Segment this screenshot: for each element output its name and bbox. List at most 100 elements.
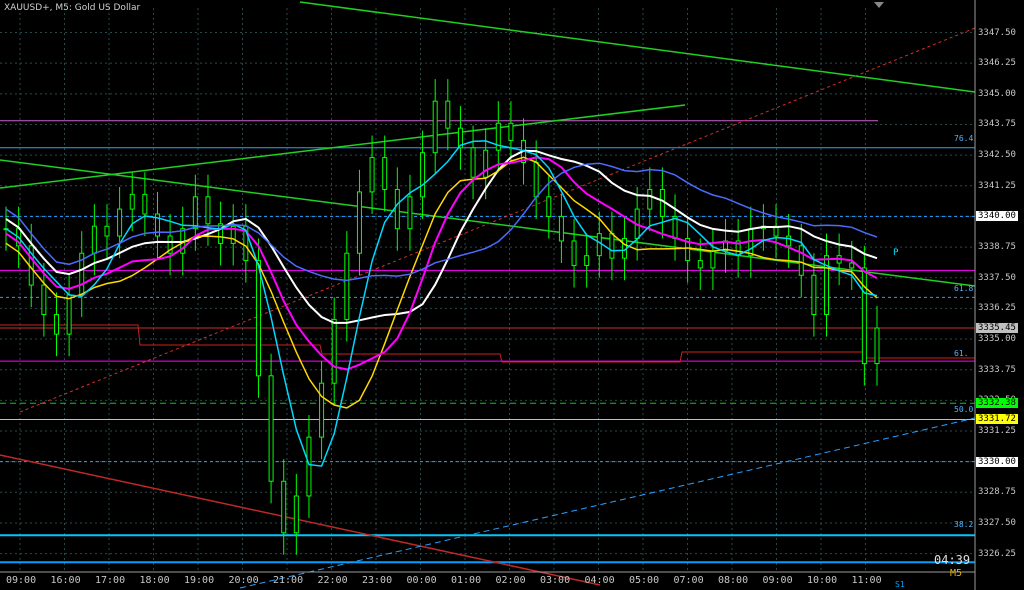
candle-body bbox=[786, 235, 792, 247]
price-axis-label: 3342.50 bbox=[978, 150, 1016, 161]
candle-body bbox=[117, 208, 123, 237]
cyan-moving-average-line bbox=[5, 140, 878, 467]
candle-body bbox=[344, 252, 350, 320]
candle-body bbox=[394, 188, 400, 230]
channel-trend-line bbox=[0, 104, 686, 189]
price-axis-label: 3328.75 bbox=[978, 487, 1016, 498]
chart-window[interactable]: XAUUSD+, M5: Gold US Dollar P S1 04:39 M… bbox=[0, 0, 1024, 590]
magenta-moving-average-line bbox=[5, 156, 878, 371]
upper-trend-line bbox=[299, 1, 976, 93]
candle-body bbox=[659, 188, 665, 217]
candle-body bbox=[584, 255, 590, 266]
time-axis-label: 17:00 bbox=[95, 575, 126, 586]
candle-body bbox=[142, 193, 148, 215]
candle-body bbox=[281, 480, 287, 534]
candle-body bbox=[470, 147, 476, 178]
price-axis-label: 3347.50 bbox=[978, 27, 1016, 38]
time-axis-label: 04:00 bbox=[584, 575, 615, 586]
candle-body bbox=[558, 215, 564, 242]
candle-body bbox=[798, 245, 804, 276]
candle-body bbox=[205, 196, 211, 225]
candle-body bbox=[432, 100, 438, 154]
time-axis-label: 19:00 bbox=[184, 575, 215, 586]
timeframe-label: M5 bbox=[950, 568, 963, 579]
candle-body bbox=[41, 284, 47, 316]
s1-label: S1 bbox=[895, 580, 905, 589]
candle-body bbox=[331, 318, 337, 384]
candle-body bbox=[483, 149, 489, 178]
candle-body bbox=[407, 196, 413, 230]
time-axis-label: 10:00 bbox=[807, 575, 838, 586]
candle-body bbox=[874, 327, 880, 365]
price-axis-label: 3326.25 bbox=[978, 548, 1016, 559]
time-axis-label: 01:00 bbox=[451, 575, 482, 586]
chart-shift-marker-icon[interactable] bbox=[874, 2, 884, 8]
price-axis-label: 3346.25 bbox=[978, 58, 1016, 69]
time-axis-label: 20:00 bbox=[228, 575, 259, 586]
pivot-step-line bbox=[0, 324, 975, 363]
time-axis-label: 00:00 bbox=[406, 575, 437, 586]
price-tag: 3340.00 bbox=[976, 211, 1018, 222]
time-axis-label: 03:00 bbox=[540, 575, 571, 586]
time-axis-label: 05:00 bbox=[629, 575, 660, 586]
candle-body bbox=[369, 157, 375, 193]
chart-title: XAUUSD+, M5: Gold US Dollar bbox=[4, 3, 141, 13]
time-axis-label: 21:00 bbox=[273, 575, 304, 586]
price-tag: 3335.45 bbox=[976, 323, 1018, 333]
price-axis-label: 3331.25 bbox=[978, 426, 1016, 436]
candle-body bbox=[420, 152, 426, 198]
yellow-moving-average-line bbox=[5, 156, 878, 409]
candle-body bbox=[811, 274, 817, 316]
candle-body bbox=[546, 196, 552, 217]
price-axis-label: 3327.50 bbox=[978, 517, 1016, 528]
candle-body bbox=[91, 225, 97, 254]
time-axis-label: 11:00 bbox=[851, 575, 882, 586]
candle-body bbox=[53, 314, 59, 335]
fib-level-label: 61. bbox=[954, 348, 969, 358]
moving-averages bbox=[5, 140, 878, 467]
candle-body bbox=[697, 260, 703, 269]
candle-body bbox=[129, 193, 135, 210]
candle-body bbox=[647, 188, 653, 210]
candle-body bbox=[104, 225, 110, 237]
candle-body bbox=[508, 122, 514, 141]
candle-body bbox=[445, 100, 451, 129]
price-tag: 3332.38 bbox=[976, 398, 1018, 409]
candle-body bbox=[609, 233, 615, 259]
bar-countdown-timer: 04:39 bbox=[934, 553, 971, 567]
candle-body bbox=[533, 161, 539, 198]
candle-body bbox=[319, 382, 325, 438]
candle-body bbox=[849, 262, 855, 269]
time-axis-label: 09:00 bbox=[6, 575, 37, 586]
price-axis-label: 3336.25 bbox=[978, 303, 1016, 314]
candle-body bbox=[596, 233, 602, 257]
price-chart[interactable] bbox=[0, 0, 1024, 590]
fib-level-label: 61.8 bbox=[954, 283, 974, 293]
price-axis-label: 3343.75 bbox=[978, 119, 1016, 130]
time-axis-label: 07:00 bbox=[673, 575, 704, 586]
candle-body bbox=[710, 250, 716, 269]
price-axis-label: 3333.75 bbox=[978, 364, 1016, 375]
candle-body bbox=[192, 196, 198, 230]
time-axis-label: 02:00 bbox=[495, 575, 526, 586]
price-axis-label: 3341.25 bbox=[978, 180, 1016, 191]
fib-level-label: 50.0 bbox=[954, 405, 974, 415]
candle-body bbox=[306, 436, 312, 497]
price-axis-label: 3337.50 bbox=[978, 272, 1016, 283]
candle-body bbox=[571, 240, 577, 266]
time-axis-label: 23:00 bbox=[362, 575, 393, 586]
fib-level-label: 76.4 bbox=[954, 134, 974, 144]
fib-level-label: 38.2 bbox=[954, 520, 974, 530]
candle-body bbox=[382, 157, 388, 190]
price-tag: 3331.72 bbox=[976, 414, 1018, 425]
candle-body bbox=[268, 375, 274, 482]
candles bbox=[3, 79, 880, 555]
candle-body bbox=[861, 267, 867, 365]
time-axis-label: 09:00 bbox=[762, 575, 793, 586]
candle-body bbox=[672, 215, 678, 240]
time-axis-label: 22:00 bbox=[317, 575, 348, 586]
price-axis-label: 3345.00 bbox=[978, 88, 1016, 99]
candle-body bbox=[66, 294, 72, 335]
pivot-label: P bbox=[893, 248, 899, 258]
candle-body bbox=[218, 223, 224, 244]
